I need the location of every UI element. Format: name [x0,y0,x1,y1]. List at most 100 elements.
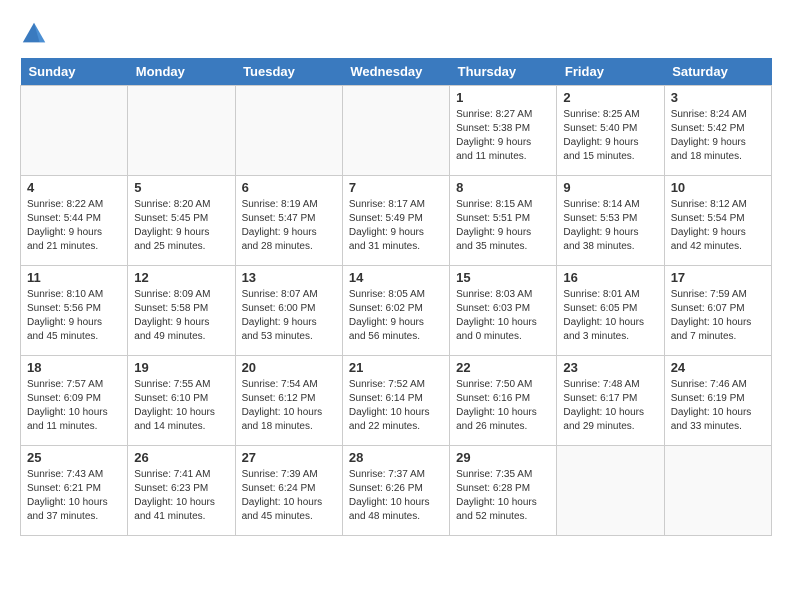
day-info: Sunrise: 7:54 AM Sunset: 6:12 PM Dayligh… [242,378,336,434]
calendar-week-row: 18 Sunrise: 7:57 AM Sunset: 6:09 PM Dayli… [21,356,772,446]
calendar-cell [128,86,235,176]
day-info: Sunrise: 7:59 AM Sunset: 6:07 PM Dayligh… [671,288,765,344]
weekday-header-tuesday: Tuesday [235,58,342,86]
day-number: 28 [349,450,443,465]
day-info: Sunrise: 7:55 AM Sunset: 6:10 PM Dayligh… [134,378,228,434]
calendar-cell: 11Sunrise: 8:10 AM Sunset: 5:56 PM Dayli… [21,266,128,356]
day-info: Sunrise: 8:19 AM Sunset: 5:47 PM Dayligh… [242,198,336,254]
calendar-cell: 18 Sunrise: 7:57 AM Sunset: 6:09 PM Dayli… [21,356,128,446]
day-number: 20 [242,360,336,375]
day-info: Sunrise: 7:52 AM Sunset: 6:14 PM Dayligh… [349,378,443,434]
calendar-week-row: 4 Sunrise: 8:22 AM Sunset: 5:44 PM Daylig… [21,176,772,266]
weekday-header-friday: Friday [557,58,664,86]
day-number: 29 [456,450,550,465]
calendar-week-row: 25 Sunrise: 7:43 AM Sunset: 6:21 PM Dayli… [21,446,772,536]
calendar-cell: 21 Sunrise: 7:52 AM Sunset: 6:14 PM Dayli… [342,356,449,446]
calendar-cell: 14 Sunrise: 8:05 AM Sunset: 6:02 PM Dayli… [342,266,449,356]
calendar-cell: 4 Sunrise: 8:22 AM Sunset: 5:44 PM Daylig… [21,176,128,266]
calendar-cell: 29 Sunrise: 7:35 AM Sunset: 6:28 PM Dayli… [450,446,557,536]
day-info: Sunrise: 8:07 AM Sunset: 6:00 PM Dayligh… [242,288,336,344]
calendar-cell: 13 Sunrise: 8:07 AM Sunset: 6:00 PM Dayli… [235,266,342,356]
calendar-cell: 9Sunrise: 8:14 AM Sunset: 5:53 PM Daylig… [557,176,664,266]
day-number: 25 [27,450,121,465]
calendar-cell: 1 Sunrise: 8:27 AM Sunset: 5:38 PM Daylig… [450,86,557,176]
calendar-table: SundayMondayTuesdayWednesdayThursdayFrid… [20,58,772,536]
weekday-header-row: SundayMondayTuesdayWednesdayThursdayFrid… [21,58,772,86]
day-number: 1 [456,90,550,105]
day-number: 21 [349,360,443,375]
calendar-cell [235,86,342,176]
day-number: 18 [27,360,121,375]
weekday-header-monday: Monday [128,58,235,86]
calendar-cell: 28 Sunrise: 7:37 AM Sunset: 6:26 PM Dayli… [342,446,449,536]
day-info: Sunrise: 8:27 AM Sunset: 5:38 PM Dayligh… [456,108,550,164]
day-number: 6 [242,180,336,195]
day-number: 27 [242,450,336,465]
calendar-cell [342,86,449,176]
weekday-header-wednesday: Wednesday [342,58,449,86]
day-info: Sunrise: 7:43 AM Sunset: 6:21 PM Dayligh… [27,468,121,524]
weekday-header-sunday: Sunday [21,58,128,86]
day-number: 13 [242,270,336,285]
day-number: 23 [563,360,657,375]
calendar-cell: 27 Sunrise: 7:39 AM Sunset: 6:24 PM Dayli… [235,446,342,536]
calendar-cell: 10 Sunrise: 8:12 AM Sunset: 5:54 PM Dayli… [664,176,771,266]
day-number: 7 [349,180,443,195]
day-info: Sunrise: 8:09 AM Sunset: 5:58 PM Dayligh… [134,288,228,344]
calendar-cell: 12 Sunrise: 8:09 AM Sunset: 5:58 PM Dayli… [128,266,235,356]
calendar-cell: 8 Sunrise: 8:15 AM Sunset: 5:51 PM Daylig… [450,176,557,266]
day-info: Sunrise: 8:24 AM Sunset: 5:42 PM Dayligh… [671,108,765,164]
day-info: Sunrise: 7:37 AM Sunset: 6:26 PM Dayligh… [349,468,443,524]
day-number: 19 [134,360,228,375]
day-info: Sunrise: 8:17 AM Sunset: 5:49 PM Dayligh… [349,198,443,254]
day-info: Sunrise: 8:03 AM Sunset: 6:03 PM Dayligh… [456,288,550,344]
calendar-week-row: 11Sunrise: 8:10 AM Sunset: 5:56 PM Dayli… [21,266,772,356]
day-number: 22 [456,360,550,375]
calendar-cell [664,446,771,536]
day-number: 5 [134,180,228,195]
day-number: 15 [456,270,550,285]
day-info: Sunrise: 8:14 AM Sunset: 5:53 PM Dayligh… [563,198,657,254]
calendar-cell: 24 Sunrise: 7:46 AM Sunset: 6:19 PM Dayli… [664,356,771,446]
calendar-cell: 20 Sunrise: 7:54 AM Sunset: 6:12 PM Dayli… [235,356,342,446]
day-number: 11 [27,270,121,285]
day-info: Sunrise: 7:46 AM Sunset: 6:19 PM Dayligh… [671,378,765,434]
day-number: 4 [27,180,121,195]
calendar-cell: 2 Sunrise: 8:25 AM Sunset: 5:40 PM Daylig… [557,86,664,176]
day-number: 3 [671,90,765,105]
calendar-cell: 26 Sunrise: 7:41 AM Sunset: 6:23 PM Dayli… [128,446,235,536]
calendar-cell: 16 Sunrise: 8:01 AM Sunset: 6:05 PM Dayli… [557,266,664,356]
day-info: Sunrise: 8:20 AM Sunset: 5:45 PM Dayligh… [134,198,228,254]
calendar-cell: 22Sunrise: 7:50 AM Sunset: 6:16 PM Dayli… [450,356,557,446]
day-info: Sunrise: 8:01 AM Sunset: 6:05 PM Dayligh… [563,288,657,344]
calendar-cell [557,446,664,536]
day-number: 2 [563,90,657,105]
day-number: 8 [456,180,550,195]
day-number: 26 [134,450,228,465]
day-number: 12 [134,270,228,285]
calendar-cell: 3 Sunrise: 8:24 AM Sunset: 5:42 PM Daylig… [664,86,771,176]
calendar-cell: 17Sunrise: 7:59 AM Sunset: 6:07 PM Dayli… [664,266,771,356]
day-number: 10 [671,180,765,195]
day-info: Sunrise: 7:57 AM Sunset: 6:09 PM Dayligh… [27,378,121,434]
calendar-cell: 7 Sunrise: 8:17 AM Sunset: 5:49 PM Daylig… [342,176,449,266]
day-info: Sunrise: 8:15 AM Sunset: 5:51 PM Dayligh… [456,198,550,254]
weekday-header-saturday: Saturday [664,58,771,86]
calendar-cell: 23Sunrise: 7:48 AM Sunset: 6:17 PM Dayli… [557,356,664,446]
day-info: Sunrise: 8:25 AM Sunset: 5:40 PM Dayligh… [563,108,657,164]
page-header [20,20,772,48]
weekday-header-thursday: Thursday [450,58,557,86]
day-info: Sunrise: 7:39 AM Sunset: 6:24 PM Dayligh… [242,468,336,524]
day-info: Sunrise: 8:22 AM Sunset: 5:44 PM Dayligh… [27,198,121,254]
calendar-cell: 25 Sunrise: 7:43 AM Sunset: 6:21 PM Dayli… [21,446,128,536]
day-number: 16 [563,270,657,285]
day-info: Sunrise: 8:05 AM Sunset: 6:02 PM Dayligh… [349,288,443,344]
day-number: 24 [671,360,765,375]
day-info: Sunrise: 7:41 AM Sunset: 6:23 PM Dayligh… [134,468,228,524]
calendar-week-row: 1 Sunrise: 8:27 AM Sunset: 5:38 PM Daylig… [21,86,772,176]
day-info: Sunrise: 8:12 AM Sunset: 5:54 PM Dayligh… [671,198,765,254]
day-number: 14 [349,270,443,285]
day-info: Sunrise: 7:35 AM Sunset: 6:28 PM Dayligh… [456,468,550,524]
calendar-cell: 6 Sunrise: 8:19 AM Sunset: 5:47 PM Daylig… [235,176,342,266]
logo-icon [20,20,48,48]
